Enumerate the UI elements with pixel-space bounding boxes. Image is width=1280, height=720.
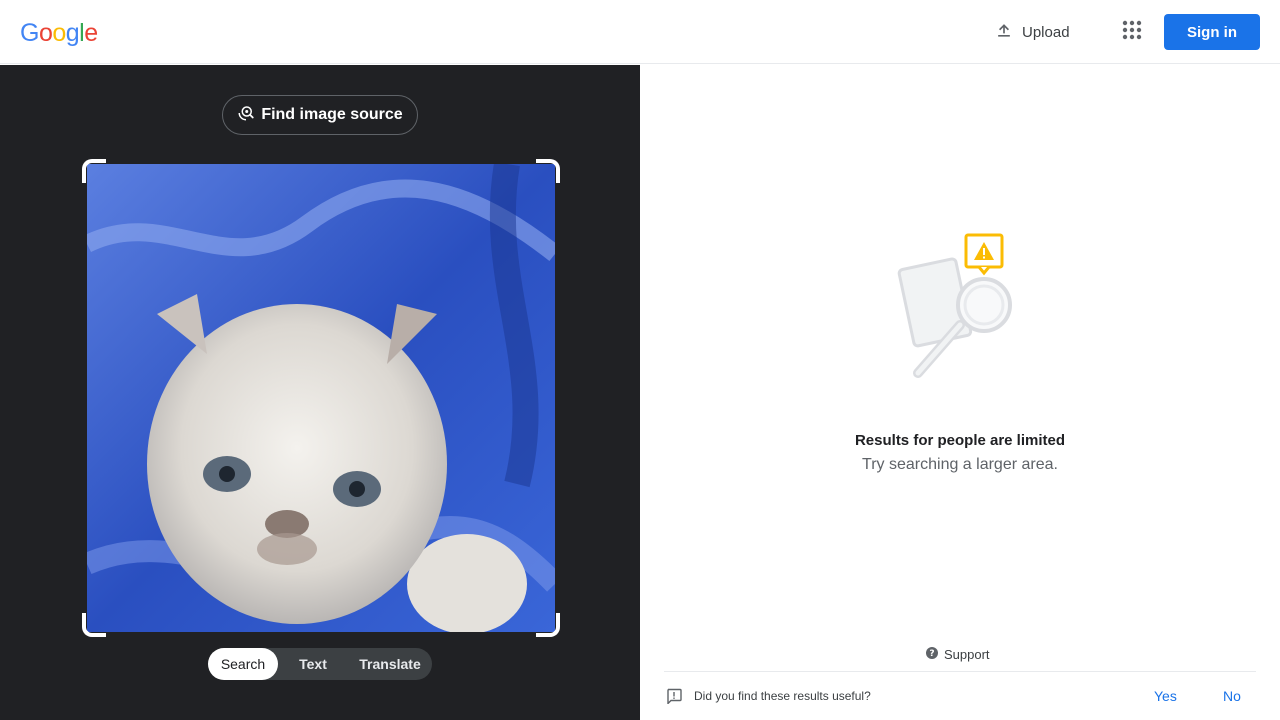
google-logo[interactable]: Google [20,18,98,48]
logo-letter: G [20,19,39,47]
crop-handle-top-left[interactable] [82,159,106,183]
empty-state-title: Results for people are limited [854,432,1066,449]
upload-icon [994,20,1014,44]
empty-state-subtitle: Try searching a larger area. [862,456,1058,473]
feedback-icon [666,688,682,706]
help-icon: ? [926,647,938,662]
limited-results-illustration [896,233,1026,383]
support-label: Support [944,647,990,662]
feedback-no-button[interactable]: No [1223,688,1241,704]
apps-grid-button[interactable] [1116,16,1148,48]
image-search-icon [237,104,255,127]
find-image-source-label: Find image source [261,106,403,123]
logo-letter: g [65,19,80,47]
find-image-source-button[interactable]: Find image source [222,95,418,135]
crop-selection[interactable] [82,159,560,637]
logo-letter: o [52,19,66,47]
tab-translate[interactable]: Translate [348,648,432,680]
support-link[interactable]: ? Support [926,647,990,662]
upload-button[interactable]: Upload [986,14,1078,50]
feedback-yes-button[interactable]: Yes [1154,688,1177,704]
crop-handle-top-right[interactable] [536,159,560,183]
svg-text:?: ? [929,649,934,659]
feedback-bar: Did you find these results useful? Yes N… [664,671,1256,720]
sign-in-button[interactable]: Sign in [1164,14,1260,50]
logo-letter: e [84,19,98,47]
lens-mode-tabs: Search Text Translate [208,648,432,680]
top-bar: Google Upload Sign in [0,0,1280,64]
results-panel: Results for people are limited Try searc… [640,65,1280,720]
logo-letter: o [38,19,53,47]
crop-handle-bottom-left[interactable] [82,613,106,637]
query-image [87,164,555,632]
image-preview-panel: Find image source Search Text Translate [0,65,640,720]
apps-grid-icon [1122,20,1142,45]
feedback-question: Did you find these results useful? [694,689,871,703]
tab-search[interactable]: Search [208,648,278,680]
crop-handle-bottom-right[interactable] [536,613,560,637]
tab-text[interactable]: Text [278,648,348,680]
upload-label: Upload [1022,23,1070,41]
